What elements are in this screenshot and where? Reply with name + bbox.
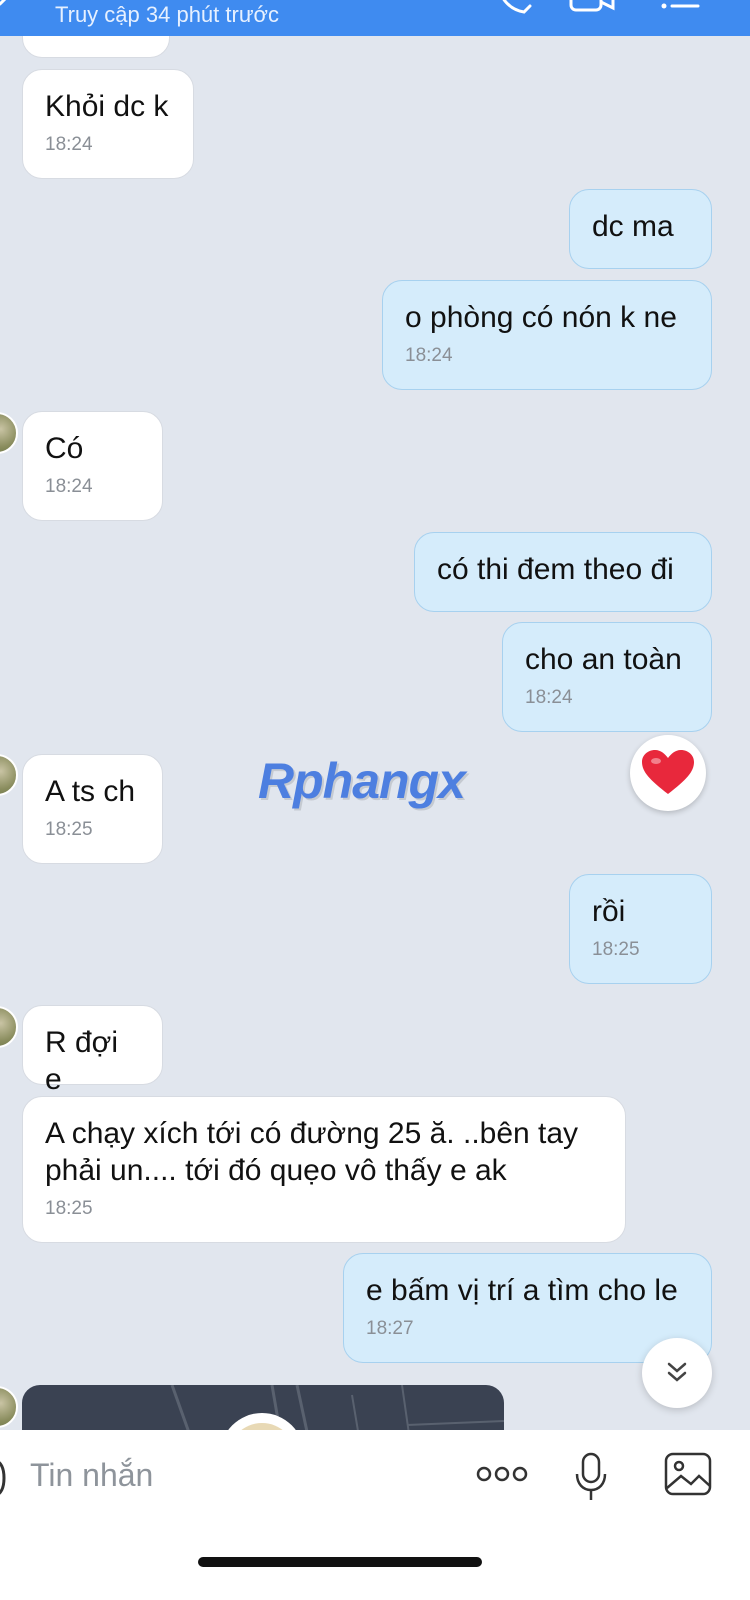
contact-avatar[interactable] (0, 1386, 18, 1428)
message-bubble-incoming[interactable]: R đợi e (22, 1005, 163, 1096)
message-text: cho an toàn (525, 643, 682, 676)
message-bubble-outgoing[interactable]: dc ma (569, 189, 712, 269)
image-icon[interactable] (664, 1452, 712, 1496)
message-time: 18:25 (592, 939, 640, 960)
message-time: 18:27 (366, 1318, 414, 1339)
message-bubble-incoming[interactable]: Khỏi dc k 18:24 (22, 69, 194, 179)
message-time: 18:24 (525, 687, 573, 708)
phone-call-icon[interactable] (494, 0, 534, 18)
message-bubble-incoming[interactable]: Có 18:24 (22, 411, 163, 521)
message-time: 18:24 (45, 134, 93, 155)
message-text: o phòng có nón k ne (405, 301, 677, 334)
message-text: Khỏi dc k (45, 90, 169, 123)
video-call-icon[interactable] (568, 0, 618, 18)
heart-icon (642, 750, 694, 794)
menu-list-icon[interactable] (658, 0, 702, 18)
message-text: có thi đem theo đi (437, 553, 674, 586)
message-bubble-outgoing[interactable]: cho an toàn 18:24 (502, 622, 712, 732)
contact-avatar[interactable] (0, 754, 18, 796)
chat-messages[interactable]: Khỏi dc k 18:24 dc ma o phòng có nón k n… (0, 36, 750, 1460)
sticker-icon[interactable] (0, 1458, 10, 1498)
chevron-double-down-icon (667, 1362, 687, 1382)
chat-header: Truy cập 34 phút trước (0, 0, 750, 36)
message-text: e bấm vị trí a tìm cho le (366, 1274, 678, 1307)
message-time: 18:24 (405, 345, 453, 366)
more-dots-icon[interactable] (476, 1465, 528, 1483)
message-bubble-incoming[interactable]: A chạy xích tới có đường 25 ă. ..bên tay… (22, 1096, 626, 1243)
last-seen-status: Truy cập 34 phút trước (55, 2, 279, 27)
microphone-icon[interactable] (574, 1452, 608, 1502)
message-input[interactable]: Tin nhắn (30, 1457, 153, 1494)
message-bubble-outgoing[interactable]: có thi đem theo đi (414, 532, 712, 612)
message-text: A chạy xích tới có đường 25 ă. ..bên tay… (45, 1117, 579, 1187)
message-text: R đợi e (45, 1026, 119, 1096)
scroll-down-button[interactable] (642, 1338, 712, 1408)
message-bubble-incoming[interactable]: A ts ch 18:25 (22, 754, 163, 864)
contact-avatar[interactable] (0, 412, 18, 454)
message-time: 18:25 (45, 819, 93, 840)
message-text: A ts ch (45, 775, 136, 808)
message-bubble-outgoing[interactable]: rồi 18:25 (569, 874, 712, 984)
message-text: Có (45, 432, 84, 465)
message-bubble-outgoing[interactable]: o phòng có nón k ne 18:24 (382, 280, 712, 390)
message-text: rồi (592, 895, 626, 928)
back-arrow-icon[interactable] (0, 0, 16, 14)
message-input-bar: Tin nhắn (0, 1430, 750, 1600)
heart-reaction[interactable] (630, 735, 706, 811)
message-text: dc ma (592, 210, 674, 243)
message-bubble-partial[interactable] (22, 36, 170, 58)
message-time: 18:24 (45, 476, 93, 497)
contact-avatar[interactable] (0, 1006, 18, 1048)
home-indicator (198, 1557, 482, 1567)
message-time: 18:25 (45, 1198, 93, 1219)
watermark-logo: Rphangx (258, 753, 466, 809)
